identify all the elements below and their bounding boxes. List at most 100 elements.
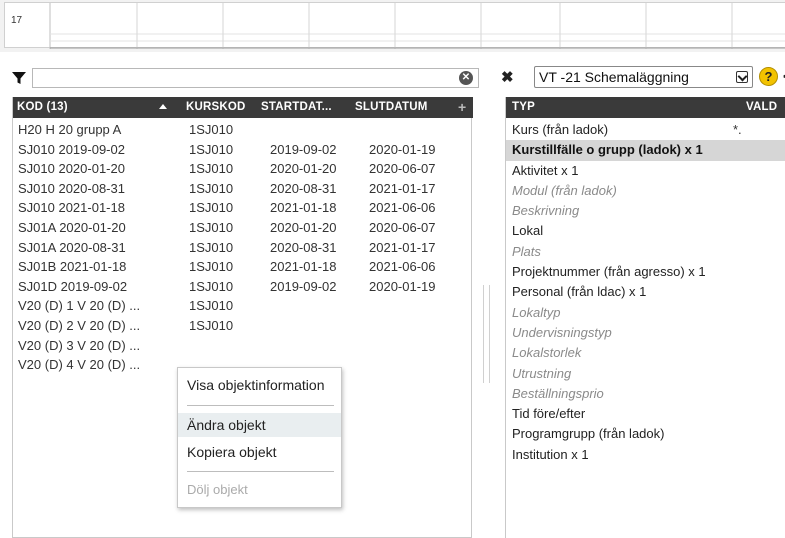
type-label: Tid före/efter [512, 406, 586, 422]
schema-select[interactable]: VT -21 Schemaläggning [534, 66, 753, 88]
calendar-strip: 17 [0, 0, 785, 52]
cell-slutdatum: 2021-06-06 [369, 200, 436, 216]
type-table: TYP VALD Kurs (från ladok) *. Kurstillfäll… [505, 97, 785, 538]
list-item[interactable]: Beskrivning [506, 201, 785, 221]
type-label: Lokal [512, 223, 544, 239]
menu-item-hide-object: Dölj objekt [187, 482, 248, 497]
list-item[interactable]: Plats [506, 242, 785, 262]
table-row[interactable]: SJ01A 2020-08-31 1SJ010 2020-08-31 2021-01-… [13, 238, 473, 258]
table-row[interactable]: SJ010 2020-01-20 1SJ010 2020-01-20 2020-06-… [13, 159, 473, 179]
type-toolbar: ✖ VT -21 Schemaläggning ? < [497, 66, 785, 90]
menu-item-show-info[interactable]: Visa objektinformation [178, 373, 341, 397]
close-x-icon[interactable]: ✖ [501, 70, 514, 85]
type-table-header: TYP VALD [506, 97, 785, 118]
menu-item-edit-object[interactable]: Ändra objekt [178, 413, 341, 437]
cell-kurskod: 1SJ010 [189, 122, 234, 137]
table-row[interactable]: V20 (D) 1 V 20 (D) ... 1SJ010 [13, 296, 473, 316]
type-label: Kurs (från ladok) [512, 122, 609, 137]
clear-circle-icon[interactable]: ✕ [459, 71, 473, 85]
list-item[interactable]: Institution x 1 [506, 445, 785, 465]
table-row[interactable]: H20 H 20 grupp A 1SJ010 [13, 120, 473, 140]
cell-startdatum: 2020-01-20 [270, 219, 337, 235]
type-value: *. [733, 122, 742, 137]
cell-kurskod: 1SJ010 [189, 278, 234, 294]
column-header-slutdatum[interactable]: SLUTDATUM [355, 97, 428, 118]
type-label: Aktivitet x 1 [512, 162, 579, 178]
cell-startdatum: 2019-09-02 [270, 278, 337, 294]
cell-slutdatum: 2021-06-06 [369, 259, 436, 275]
cell-kurskod: 1SJ010 [189, 161, 234, 177]
panel-splitter[interactable] [483, 285, 491, 383]
table-row[interactable]: SJ010 2021-01-18 1SJ010 2021-01-18 2021-06-… [13, 198, 473, 218]
list-item[interactable]: Utrustning [506, 364, 785, 384]
column-header-startdatum[interactable]: STARTDAT... [261, 97, 332, 118]
menu-separator [187, 471, 334, 472]
cell-startdatum: 2020-08-31 [270, 239, 337, 255]
table-row[interactable]: SJ010 2019-09-02 1SJ010 2019-09-02 2020-01-… [13, 140, 473, 160]
type-panel: ✖ VT -21 Schemaläggning ? < TYP VALD Kur… [497, 60, 785, 538]
filter-bar: ✕ [12, 68, 479, 90]
list-item[interactable]: Tid före/efter [506, 404, 785, 424]
column-header-kod[interactable]: KOD (13) [17, 97, 68, 118]
list-item[interactable]: Undervisningstyp [506, 323, 785, 343]
table-row[interactable]: SJ010 2020-08-31 1SJ010 2020-08-31 2021-01-… [13, 179, 473, 199]
cell-kurskod: 1SJ010 [189, 180, 234, 196]
list-item[interactable]: Beställningsprio [506, 384, 785, 404]
table-row[interactable]: V20 (D) 3 V 20 (D) ... [13, 336, 473, 356]
calendar-grid-lines [49, 3, 785, 49]
cell-startdatum: 2020-01-20 [270, 161, 337, 177]
cell-startdatum: 2021-01-18 [270, 259, 337, 275]
column-header-typ[interactable]: TYP [512, 97, 535, 118]
type-label: Personal (från ldac) x 1 [512, 284, 647, 300]
cell-slutdatum: 2020-01-19 [369, 278, 436, 294]
cell-kod: SJ010 2020-08-31 [18, 180, 125, 196]
type-label: Modul (från ladok) [512, 182, 617, 198]
menu-item-copy-object[interactable]: Kopiera objekt [178, 440, 341, 464]
type-label: Lokalstorlek [512, 345, 582, 361]
filter-funnel-icon[interactable] [12, 71, 26, 85]
cell-kod: SJ01A 2020-08-31 [18, 239, 126, 255]
list-item[interactable]: Lokal [506, 221, 785, 241]
list-item[interactable]: Aktivitet x 1 [506, 161, 785, 181]
list-item[interactable]: Kurs (från ladok) *. [506, 120, 785, 140]
type-label: Beskrivning [512, 203, 580, 219]
cell-kod: V20 (D) 1 V 20 (D) ... [18, 298, 141, 314]
list-item[interactable]: Lokalstorlek [506, 343, 785, 363]
cell-kod: SJ01B 2021-01-18 [18, 259, 127, 275]
list-item[interactable]: Programgrupp (från ladok) [506, 424, 785, 444]
cell-kod: V20 (D) 4 V 20 (D) ... [18, 357, 141, 373]
type-label: Utrustning [512, 365, 572, 381]
table-row[interactable]: SJ01B 2021-01-18 1SJ010 2021-01-18 2021-06-… [13, 257, 473, 277]
filter-input[interactable] [32, 68, 479, 88]
help-question-icon[interactable]: ? [759, 67, 778, 86]
list-item[interactable]: Lokaltyp [506, 303, 785, 323]
type-label: Undervisningstyp [512, 324, 612, 340]
cell-startdatum: 2020-08-31 [270, 180, 337, 196]
cell-slutdatum: 2020-06-07 [369, 219, 436, 235]
cell-slutdatum: 2020-06-07 [369, 161, 436, 177]
table-row[interactable]: V20 (D) 2 V 20 (D) ... 1SJ010 [13, 316, 473, 336]
type-label: Institution x 1 [512, 446, 589, 462]
type-label: Plats [512, 243, 541, 259]
cell-kod: SJ01D 2019-09-02 [18, 278, 128, 294]
type-label: Projektnummer (från agresso) x 1 [512, 264, 706, 280]
add-column-icon[interactable]: + [458, 97, 466, 118]
column-header-kurskod[interactable]: KURSKOD [186, 97, 246, 118]
list-item[interactable]: Personal (från ldac) x 1 [506, 282, 785, 302]
cell-slutdatum: 2021-01-17 [369, 239, 436, 255]
cell-kod: SJ010 2019-09-02 [18, 141, 125, 157]
sort-ascending-icon[interactable] [159, 104, 167, 109]
list-item[interactable]: Kurstillfälle o grupp (ladok) x 1 [506, 140, 785, 161]
column-header-vald[interactable]: VALD [746, 97, 777, 118]
cell-startdatum: 2021-01-18 [270, 200, 337, 216]
cell-kurskod: 1SJ010 [189, 259, 234, 275]
list-item[interactable]: Modul (från ladok) [506, 181, 785, 201]
cell-slutdatum: 2021-01-17 [369, 180, 436, 196]
list-item[interactable]: Projektnummer (från agresso) x 1 [506, 262, 785, 282]
type-label: Kurstillfälle o grupp (ladok) x 1 [512, 142, 703, 158]
table-row[interactable]: SJ01A 2020-01-20 1SJ010 2020-01-20 2020-06-… [13, 218, 473, 238]
cell-kod: V20 (D) 2 V 20 (D) ... [18, 317, 141, 333]
table-row[interactable]: SJ01D 2019-09-02 1SJ010 2019-09-02 2020-01-… [13, 277, 473, 297]
cell-kurskod: 1SJ010 [189, 200, 234, 216]
calendar-week-grid[interactable]: 17 [4, 2, 785, 49]
